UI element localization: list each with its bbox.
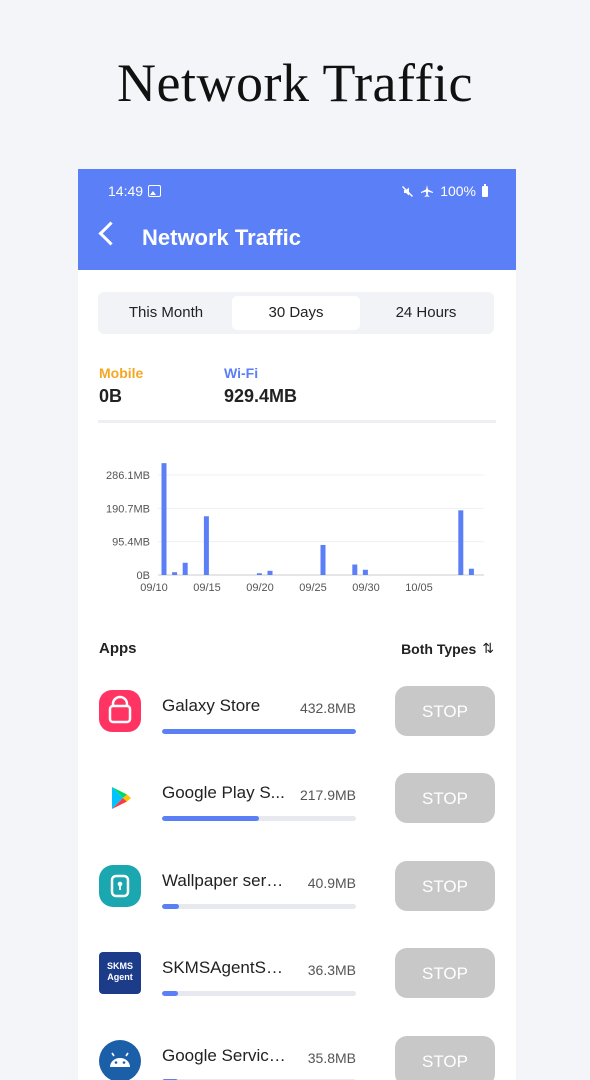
skms-agent-icon-text: SKMS Agent	[106, 961, 133, 982]
usage-chart: 0B 95.4MB 190.7MB 286.1MB 09/10 09/15 09/20 09/…	[106, 463, 484, 594]
tab-30-days[interactable]: 30 Days	[232, 296, 360, 330]
app-data-size: 36.3MB	[307, 962, 356, 978]
stop-button[interactable]: STOP	[395, 686, 495, 736]
wallpaper-service-icon	[99, 865, 141, 907]
chart-bar	[362, 569, 368, 575]
gallery-icon	[148, 185, 162, 197]
chart-bar	[320, 544, 326, 575]
mute-icon	[402, 185, 414, 197]
tab-24-hours[interactable]: 24 Hours	[362, 296, 490, 330]
android-icon	[99, 1040, 141, 1080]
app-data-size: 432.8MB	[299, 700, 356, 716]
skms-agent-icon: SKMS Agent	[99, 952, 141, 994]
tab-this-month[interactable]: This Month	[102, 296, 230, 330]
type-filter[interactable]: Both Types ⇅	[401, 640, 494, 657]
app-row-skms-agent: SKMS Agent SKMSAgentSer... 36.3MB STOP	[78, 948, 516, 1040]
app-row-google-services: Google Service... 35.8MB STOP	[78, 1036, 516, 1080]
stop-button[interactable]: STOP	[395, 948, 495, 998]
mobile-label: Mobile	[99, 365, 144, 381]
chart-bar	[458, 510, 464, 575]
chart-x-tick-label: 09/25	[299, 582, 327, 594]
chart-bar	[352, 564, 358, 575]
google-play-icon	[99, 777, 141, 819]
app-data-size: 40.9MB	[307, 875, 356, 891]
wifi-usage-value: 929.4MB	[224, 386, 298, 406]
apps-section-label: Apps	[99, 640, 137, 657]
divider	[98, 420, 496, 423]
type-filter-label: Both Types	[401, 640, 477, 657]
usage-bar-fill	[162, 904, 180, 909]
usage-bar	[162, 904, 356, 909]
usage-bar	[162, 729, 356, 734]
chart-x-tick-label: 10/05	[405, 582, 433, 594]
status-bar-left: 14:49	[108, 183, 162, 199]
status-time: 14:49	[108, 183, 144, 199]
period-tabs: This Month 30 Days 24 Hours	[98, 292, 494, 334]
chart-y-tick-label: 190.7MB	[106, 503, 150, 515]
battery-percent: 100%	[440, 183, 476, 199]
status-bar-right: 100%	[401, 183, 488, 199]
airplane-mode-icon	[421, 185, 434, 197]
app-name: Galaxy Store	[162, 696, 261, 715]
chart-x-tick-label: 09/15	[193, 582, 221, 594]
usage-bar	[162, 991, 356, 996]
chart-bar	[172, 572, 178, 575]
app-row-google-play: Google Play S... 217.9MB STOP	[78, 773, 516, 865]
chart-x-tick-label: 09/10	[140, 582, 168, 594]
wifi-label: Wi-Fi	[224, 365, 259, 381]
app-name: SKMSAgentSer...	[162, 958, 290, 977]
app-name: Wallpaper servi...	[162, 871, 290, 890]
app-bar: 14:49 100% Network Traffic	[78, 169, 516, 270]
chart-x-tick-label: 09/20	[246, 582, 274, 594]
app-name: Google Play S...	[162, 783, 285, 802]
sort-icon: ⇅	[482, 640, 494, 656]
usage-bar	[162, 816, 356, 821]
usage-bar-fill	[162, 991, 178, 996]
usage-bar-fill	[162, 729, 356, 734]
stop-button[interactable]: STOP	[395, 773, 495, 823]
stop-button[interactable]: STOP	[395, 861, 495, 911]
galaxy-store-icon	[99, 690, 141, 732]
chart-bar	[161, 463, 167, 575]
app-data-size: 35.8MB	[307, 1050, 356, 1066]
chart-bar	[256, 573, 262, 575]
chart-x-tick-label: 09/30	[352, 582, 380, 594]
battery-icon	[482, 183, 488, 197]
chart-y-tick-label: 0B	[137, 570, 150, 582]
chart-bar	[203, 516, 209, 575]
app-data-size: 217.9MB	[299, 787, 356, 803]
chart-bar	[468, 568, 474, 575]
back-arrow-icon[interactable]	[98, 221, 123, 246]
app-row-galaxy-store: Galaxy Store 432.8MB STOP	[78, 686, 516, 778]
page-title: Network Traffic	[142, 225, 301, 250]
app-name: Google Service...	[162, 1046, 290, 1065]
promo-title: Network Traffic	[117, 53, 473, 113]
usage-bar-fill	[162, 816, 259, 821]
chart-bar	[182, 562, 188, 575]
chart-y-tick-label: 95.4MB	[112, 537, 150, 549]
app-row-wallpaper-service: Wallpaper servi... 40.9MB STOP	[78, 861, 516, 953]
stop-button[interactable]: STOP	[395, 1036, 495, 1080]
chart-y-tick-label: 286.1MB	[106, 470, 150, 482]
chart-bar	[267, 570, 273, 575]
mobile-usage-value: 0B	[99, 386, 123, 406]
phone-screen: 14:49 100% Network Traffic This Month 30…	[78, 169, 516, 1080]
